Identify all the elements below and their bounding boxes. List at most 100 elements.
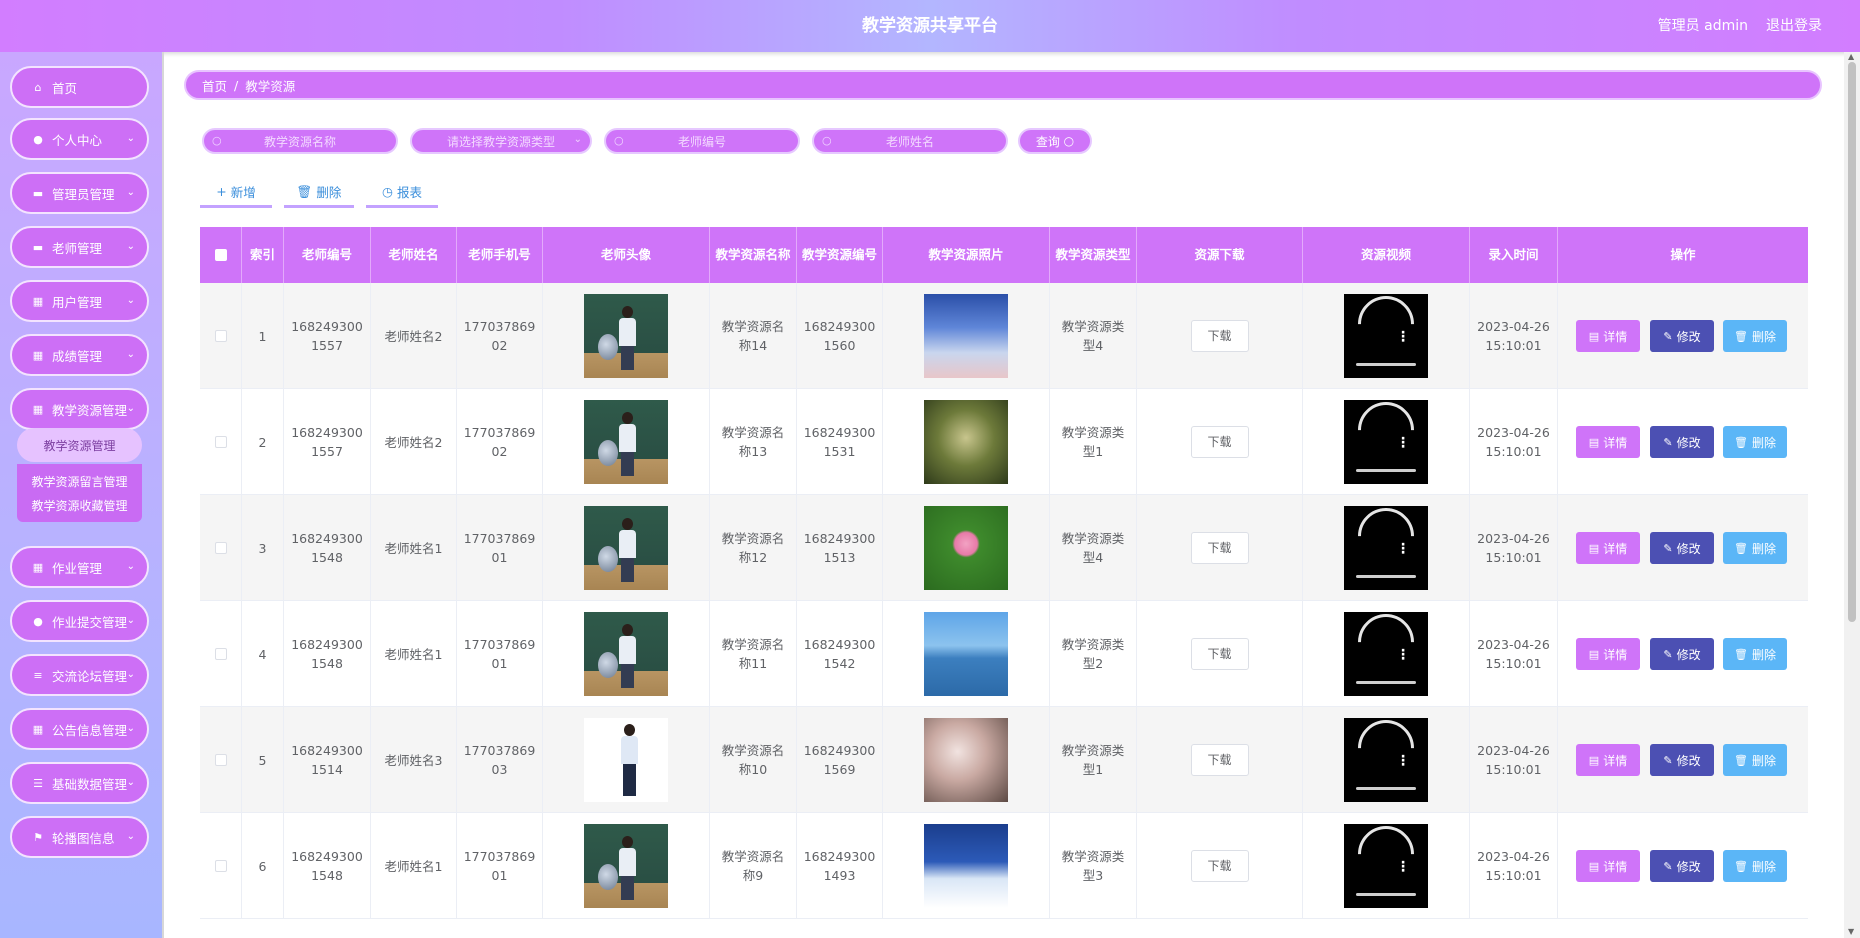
edit-label: 修改 [1676, 859, 1701, 874]
edit-button[interactable]: ✎ 修改 [1650, 638, 1714, 670]
report-button[interactable]: ◷ 报表 [366, 178, 438, 208]
table-cell: 2023-04-26 15:10:01 [1470, 495, 1558, 601]
teacher-avatar [584, 294, 668, 378]
resource-video[interactable]: ⋮ [1344, 602, 1428, 696]
trash-icon: 🗑 [1734, 435, 1748, 449]
page-scrollbar[interactable]: ▲ ▼ [1844, 52, 1860, 938]
sidebar-item-home[interactable]: ⌂ 首页 [10, 66, 149, 108]
more-vert-icon[interactable]: ⋮ [1396, 754, 1410, 768]
resource-name-input[interactable]: ○ 教学资源名称 [202, 128, 398, 154]
detail-button[interactable]: ▤ 详情 [1576, 532, 1640, 564]
table-cell: 老师姓名1 [371, 495, 457, 601]
table-cell: 老师姓名1 [371, 813, 457, 919]
video-progress[interactable] [1356, 363, 1416, 366]
sidebar-item-forum[interactable]: ≡ 交流论坛管理 ⌄ [10, 654, 149, 696]
teacher-phone: 17703786901 [463, 531, 536, 565]
edit-button[interactable]: ✎ 修改 [1650, 426, 1714, 458]
flag-icon: ⚑ [33, 830, 43, 844]
more-vert-icon[interactable]: ⋮ [1396, 436, 1410, 450]
submenu-resource-manage[interactable]: 教学资源管理 [17, 428, 142, 462]
detail-button[interactable]: ▤ 详情 [1576, 850, 1640, 882]
row-delete-button[interactable]: 🗑 删除 [1723, 532, 1787, 564]
teacher-name-input[interactable]: ○ 老师姓名 [812, 128, 1008, 154]
select-all-cell[interactable] [200, 227, 242, 283]
video-progress[interactable] [1356, 787, 1416, 790]
delete-button[interactable]: 🗑 删除 [284, 178, 354, 208]
sidebar-item-submissions[interactable]: ● 作业提交管理 ⌄ [10, 600, 149, 642]
edit-button[interactable]: ✎ 修改 [1650, 744, 1714, 776]
detail-button[interactable]: ▤ 详情 [1576, 744, 1640, 776]
loading-arc-icon [1346, 390, 1426, 470]
sidebar-item-users[interactable]: ▦ 用户管理 ⌄ [10, 280, 149, 322]
detail-button[interactable]: ▤ 详情 [1576, 638, 1640, 670]
more-vert-icon[interactable]: ⋮ [1396, 860, 1410, 874]
row-delete-button[interactable]: 🗑 删除 [1723, 638, 1787, 670]
sidebar-item-grades[interactable]: ▦ 成绩管理 ⌄ [10, 334, 149, 376]
logout-link[interactable]: 退出登录 [1766, 0, 1822, 52]
edit-button[interactable]: ✎ 修改 [1650, 850, 1714, 882]
row-checkbox[interactable] [214, 542, 227, 554]
resource-video[interactable]: ⋮ [1344, 496, 1428, 590]
row-checkbox[interactable] [214, 754, 227, 766]
video-progress[interactable] [1356, 469, 1416, 472]
delete-label: 删除 [1751, 435, 1776, 450]
detail-button[interactable]: ▤ 详情 [1576, 320, 1640, 352]
download-button[interactable]: 下载 [1190, 638, 1249, 670]
teacher-no-input[interactable]: ○ 老师编号 [604, 128, 800, 154]
more-vert-icon[interactable]: ⋮ [1396, 330, 1410, 344]
more-vert-icon[interactable]: ⋮ [1396, 648, 1410, 662]
add-label: 新增 [230, 185, 256, 200]
header-teacher-no: 老师编号 [284, 227, 371, 283]
table-cell: 4 [242, 601, 284, 707]
query-button[interactable]: 查询 ○ [1018, 128, 1092, 154]
sidebar-item-resources[interactable]: ▦ 教学资源管理 ⌄ [10, 388, 149, 430]
scrollbar-thumb[interactable] [1848, 62, 1856, 622]
trash-icon: 🗑 [1734, 329, 1748, 343]
download-button[interactable]: 下载 [1190, 320, 1249, 352]
row-delete-button[interactable]: 🗑 删除 [1723, 850, 1787, 882]
sidebar-item-personal[interactable]: ● 个人中心 ⌄ [10, 118, 149, 160]
sidebar-item-homework[interactable]: ▦ 作业管理 ⌄ [10, 546, 149, 588]
detail-label: 详情 [1603, 647, 1628, 662]
resource-photo [924, 612, 1008, 696]
resource-video[interactable]: ⋮ [1344, 390, 1428, 484]
placeholder: 老师姓名 [885, 134, 934, 149]
scroll-down-icon[interactable]: ▼ [1848, 927, 1854, 936]
video-progress[interactable] [1356, 575, 1416, 578]
sidebar-item-admin[interactable]: ▬ 管理员管理 ⌄ [10, 172, 149, 214]
header-avatar: 老师头像 [543, 227, 710, 283]
add-button[interactable]: + 新增 [200, 178, 272, 208]
sidebar-item-carousel[interactable]: ⚑ 轮播图信息 ⌄ [10, 816, 149, 858]
resource-video[interactable]: ⋮ [1344, 708, 1428, 802]
download-button[interactable]: 下载 [1190, 744, 1249, 776]
row-delete-button[interactable]: 🗑 删除 [1723, 744, 1787, 776]
detail-button[interactable]: ▤ 详情 [1576, 426, 1640, 458]
download-button[interactable]: 下载 [1190, 850, 1249, 882]
sidebar-item-teacher[interactable]: ▬ 老师管理 ⌄ [10, 226, 149, 268]
more-vert-icon[interactable]: ⋮ [1396, 542, 1410, 556]
breadcrumb-home[interactable]: 首页 [202, 76, 227, 95]
row-delete-button[interactable]: 🗑 删除 [1723, 426, 1787, 458]
table-cell: 17703786902 [457, 283, 543, 389]
row-delete-button[interactable]: 🗑 删除 [1723, 320, 1787, 352]
row-checkbox[interactable] [214, 436, 227, 448]
edit-button[interactable]: ✎ 修改 [1650, 320, 1714, 352]
sidebar-item-notices[interactable]: ▦ 公告信息管理 ⌄ [10, 708, 149, 750]
row-checkbox[interactable] [214, 860, 227, 872]
scroll-up-icon[interactable]: ▲ [1848, 52, 1854, 61]
download-button[interactable]: 下载 [1190, 532, 1249, 564]
submenu-resource-comments[interactable]: 教学资源留言管理 [17, 464, 142, 498]
video-progress[interactable] [1356, 893, 1416, 896]
video-progress[interactable] [1356, 681, 1416, 684]
sidebar-item-basedata[interactable]: ☰ 基础数据管理 ⌄ [10, 762, 149, 804]
download-button[interactable]: 下载 [1190, 426, 1249, 458]
resource-video[interactable]: ⋮ [1344, 284, 1428, 378]
search-icon: ○ [614, 134, 624, 147]
row-checkbox[interactable] [214, 648, 227, 660]
resource-type-select[interactable]: 请选择教学资源类型 ⌄ [410, 128, 592, 154]
table-cell: 1682493001493 [797, 813, 883, 919]
resource-video[interactable]: ⋮ [1344, 814, 1428, 908]
row-checkbox[interactable] [214, 330, 227, 342]
edit-button[interactable]: ✎ 修改 [1650, 532, 1714, 564]
select-all-checkbox[interactable] [214, 249, 227, 261]
